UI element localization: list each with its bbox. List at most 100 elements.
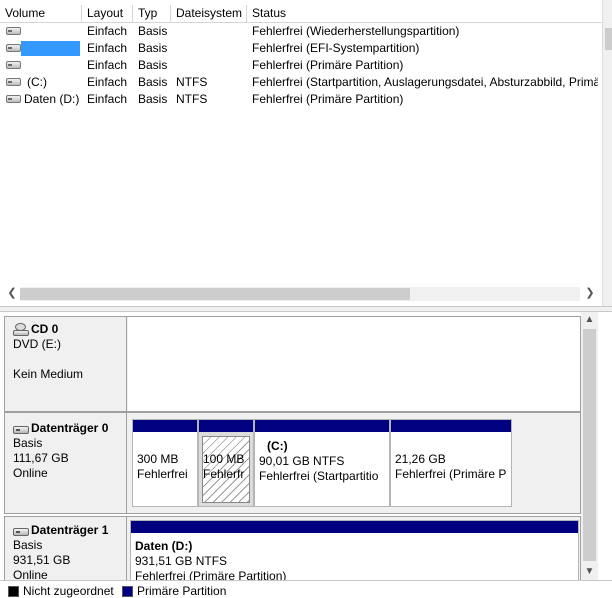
volume-filesystem: NTFS <box>176 92 208 106</box>
legend-unallocated: Nicht zugeordnet <box>8 584 114 598</box>
drive-icon <box>6 43 21 52</box>
partition-status: Fehlerfr <box>203 467 245 481</box>
volume-row[interactable]: Einfach Basis Fehlerfrei (Wiederherstell… <box>0 23 602 40</box>
volume-status: Fehlerfrei (Primäre Partition) <box>252 92 404 106</box>
disk-media: Kein Medium <box>13 367 84 381</box>
drive-icon <box>6 77 21 86</box>
volume-filesystem: NTFS <box>176 75 208 89</box>
partition-size: 21,26 GB <box>395 452 446 466</box>
horizontal-scrollbar[interactable]: ❮ ❯ <box>4 286 598 302</box>
disk-row-1[interactable]: Datenträger 1 Basis 931,51 GB Online Dat… <box>4 516 581 580</box>
scroll-right-icon[interactable]: ❯ <box>582 286 598 302</box>
disk-icon <box>13 526 29 536</box>
disk-empty-area <box>128 317 580 411</box>
partition-efi-selected[interactable]: 100 MB Fehlerfr <box>198 419 254 507</box>
disk-size: 111,67 GB <box>13 451 69 465</box>
volume-row[interactable]: Einfach Basis Fehlerfrei (Primäre Partit… <box>0 57 602 74</box>
primary-partition-bar <box>131 521 578 533</box>
disk-label[interactable]: Datenträger 0 Basis 111,67 GB Online <box>5 413 127 513</box>
volume-filesystem <box>176 23 246 40</box>
disk-device: DVD (E:) <box>13 337 61 351</box>
vertical-scrollbar[interactable]: ▲ ▼ <box>581 312 598 580</box>
partition-status: Fehlerfrei (Primäre Partition) <box>135 569 287 580</box>
partition-area: Daten (D:) 931,51 GB NTFS Fehlerfrei (Pr… <box>128 517 580 580</box>
scroll-down-icon[interactable]: ▼ <box>581 564 598 580</box>
volume-layout: Einfach <box>87 92 128 106</box>
disk-state: Online <box>13 466 48 480</box>
disk-type: Basis <box>13 538 43 552</box>
window-edge-scrollbar[interactable] <box>602 0 612 306</box>
column-volume[interactable]: Volume <box>0 5 82 23</box>
disk-name: CD 0 <box>31 322 59 336</box>
volume-list: Volume Layout Typ Dateisystem Status Ein… <box>0 0 602 306</box>
volume-row[interactable]: (C:) Einfach Basis NTFS Fehlerfrei (Star… <box>0 74 602 91</box>
volume-name <box>24 23 80 40</box>
column-layout[interactable]: Layout <box>82 5 133 23</box>
volume-type: Basis <box>138 58 168 72</box>
partition-area: 300 MB Fehlerfrei 100 MB Fehlerfr (C:) 9… <box>128 413 580 513</box>
volume-type: Basis <box>138 92 168 106</box>
volume-layout: Einfach <box>87 41 128 55</box>
partition-status: Fehlerfrei (Startpartitio <box>259 469 379 483</box>
volume-type: Basis <box>138 24 168 38</box>
primary-partition-bar <box>133 420 197 432</box>
scroll-thumb[interactable] <box>583 329 596 561</box>
column-status[interactable]: Status <box>247 5 602 23</box>
legend-swatch <box>8 586 19 597</box>
disk-size: 931,51 GB <box>13 553 71 567</box>
volume-name <box>24 40 80 57</box>
column-header-row: Volume Layout Typ Dateisystem Status <box>0 5 602 23</box>
volume-layout: Einfach <box>87 75 128 89</box>
column-filesystem[interactable]: Dateisystem <box>171 5 247 23</box>
drive-icon <box>6 60 21 69</box>
volume-status: Fehlerfrei (Startpartition, Auslagerungs… <box>252 75 598 89</box>
partition-recovery[interactable]: 300 MB Fehlerfrei <box>132 419 198 507</box>
disk-type: Basis <box>13 436 43 450</box>
volume-name: Daten (D:) <box>24 92 80 106</box>
legend-label: Primäre Partition <box>137 584 227 598</box>
disk-graphical-view: CD 0 DVD (E:) Kein Medium Datenträger 0 … <box>0 312 612 580</box>
disk-name: Datenträger 1 <box>31 523 109 537</box>
volume-row-selected[interactable]: Einfach Basis Fehlerfrei (EFI-Systempart… <box>0 40 602 57</box>
volume-name <box>24 57 80 74</box>
volume-type: Basis <box>138 41 168 55</box>
partition-c[interactable]: (C:) 90,01 GB NTFS Fehlerfrei (Startpart… <box>254 419 390 507</box>
volume-layout: Einfach <box>87 58 128 72</box>
scroll-track[interactable] <box>20 287 580 301</box>
scroll-thumb[interactable] <box>20 288 410 300</box>
scroll-up-icon[interactable]: ▲ <box>581 312 598 328</box>
disk-label[interactable]: CD 0 DVD (E:) Kein Medium <box>5 317 127 411</box>
disk-label[interactable]: Datenträger 1 Basis 931,51 GB Online <box>5 517 127 580</box>
volume-filesystem <box>176 57 246 74</box>
disk-state: Online <box>13 568 48 580</box>
partition-name: Daten (D:) <box>135 539 193 553</box>
disk-name: Datenträger 0 <box>31 421 109 435</box>
scroll-left-icon[interactable]: ❮ <box>4 286 20 302</box>
partition-status: Fehlerfrei (Primäre P <box>395 467 507 481</box>
disk-row-0[interactable]: Datenträger 0 Basis 111,67 GB Online 300… <box>4 412 581 514</box>
partition-status: Fehlerfrei <box>137 467 188 481</box>
scroll-thumb[interactable] <box>605 28 612 50</box>
volume-name: (C:) <box>27 75 47 89</box>
primary-partition-bar <box>391 420 511 432</box>
legend-bar: Nicht zugeordnet Primäre Partition <box>0 580 612 598</box>
volume-status: Fehlerfrei (Primäre Partition) <box>252 58 404 72</box>
volume-type: Basis <box>138 75 168 89</box>
disk-row-cd0[interactable]: CD 0 DVD (E:) Kein Medium <box>4 316 581 412</box>
legend-label: Nicht zugeordnet <box>23 584 114 598</box>
partition-primary[interactable]: 21,26 GB Fehlerfrei (Primäre P <box>390 419 512 507</box>
legend-primary: Primäre Partition <box>122 584 226 598</box>
drive-icon <box>6 26 21 35</box>
partition-size: 100 MB <box>203 452 245 466</box>
volume-status: Fehlerfrei (Wiederherstellungspartition) <box>252 24 460 38</box>
column-type[interactable]: Typ <box>133 5 171 23</box>
volume-layout: Einfach <box>87 24 128 38</box>
partition-size: 931,51 GB NTFS <box>135 554 228 568</box>
volume-filesystem <box>176 40 246 57</box>
drive-icon <box>6 94 21 103</box>
disk-icon <box>13 424 29 434</box>
volume-row[interactable]: Daten (D:) Einfach Basis NTFS Fehlerfrei… <box>0 91 602 108</box>
volume-status: Fehlerfrei (EFI-Systempartition) <box>252 41 420 55</box>
partition-size: 300 MB <box>137 452 179 466</box>
partition-d[interactable]: Daten (D:) 931,51 GB NTFS Fehlerfrei (Pr… <box>130 520 579 580</box>
